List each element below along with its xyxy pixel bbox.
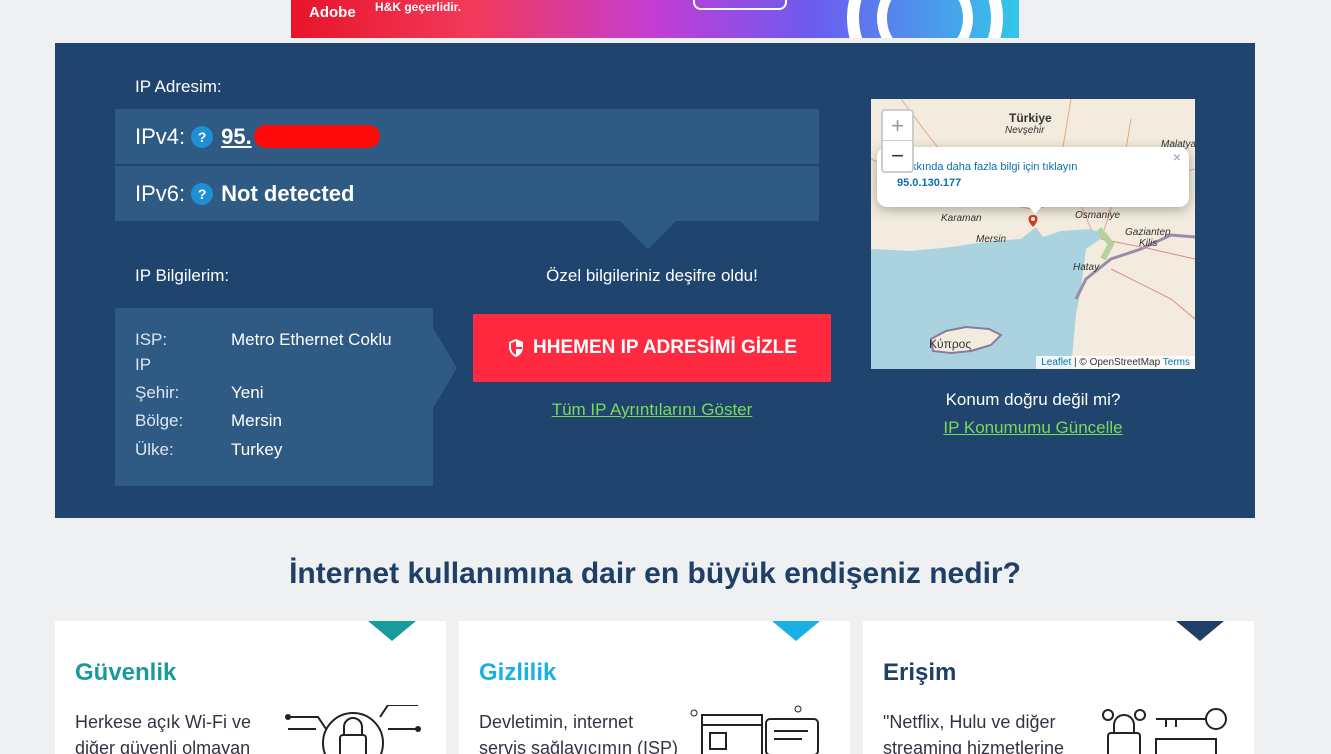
map-label-nevsehir: Nevşehir [1005, 125, 1045, 136]
ad-text: H&K geçerlidir. [375, 0, 462, 14]
hide-ip-label: HHEMEN IP ADRESİMİ GİZLE [533, 337, 797, 358]
zoom-out-button[interactable]: − [883, 141, 912, 171]
city-value: Yeni [231, 383, 264, 402]
card-text: Herkese açık Wi-Fi ve diğer güvenli olma… [75, 712, 252, 754]
popup-text[interactable]: Hakkında daha fazla bilgi için tıklayın [897, 161, 1077, 173]
popup-tip [1027, 205, 1043, 214]
map-label-kilis: Kilis [1139, 238, 1158, 249]
map-label-osmaniye: Osmaniye [1075, 210, 1121, 221]
map-label-mersin: Mersin [976, 234, 1007, 245]
card-text: "Netflix, Hulu ve diğer streaming hizmet… [883, 712, 1065, 754]
info-arrow [433, 328, 457, 408]
card-title: Erişim [883, 659, 957, 686]
map-attribution: Leaflet | © OpenStreetMap Terms [1036, 356, 1195, 369]
terms-link[interactable]: Terms [1163, 357, 1190, 368]
ip-panel: IP Adresim: IPv4: ? 95. IPv6: ? Not dete… [55, 43, 1255, 518]
isp-value: Metro Ethernet Coklu [231, 330, 392, 349]
key-lock-icon [1102, 708, 1227, 754]
location-question: Konum doğru değil mi? [945, 390, 1121, 409]
card-title: Güvenlik [75, 659, 177, 686]
lock-circuit-icon [285, 705, 421, 754]
map-label-hatay: Hatay [1073, 262, 1100, 273]
ip-heading: IP Adresim: [135, 77, 222, 96]
card-security[interactable]: Güvenlik Herkese açık Wi-Fi ve diğer güv… [55, 621, 446, 754]
card-title: Gizlilik [479, 659, 557, 686]
card-privacy[interactable]: Gizlilik Devletimin, internet servis sağ… [459, 621, 850, 754]
isp-value-cont: IP [135, 355, 152, 374]
help-icon[interactable]: ? [191, 182, 214, 205]
ad-logo-ring-inner [877, 0, 973, 38]
ad-brand: Adobe [309, 4, 356, 21]
region-value: Mersin [231, 411, 283, 430]
ipv6-row: IPv6: ? Not detected [115, 166, 819, 221]
city-label: Şehir: [135, 383, 180, 402]
attribution-text: | © OpenStreetMap [1071, 357, 1163, 368]
browser-windows-icon [690, 705, 819, 754]
exposed-warning: Özel bilgileriniz deşifre oldu! [546, 266, 758, 285]
isp-label: ISP: [135, 330, 168, 349]
map-label-gaziantep: Gaziantep [1125, 227, 1171, 238]
ipv4-value[interactable]: 95. [221, 124, 252, 150]
region-label: Bölge: [135, 411, 184, 430]
country-value: Turkey [231, 440, 283, 459]
ipv6-label: IPv6: [135, 180, 186, 206]
location-map[interactable]: Türkiye Nevşehir Malatya Karaman Osmaniy… [871, 99, 1195, 369]
card-flag [772, 621, 820, 641]
card-text: Devletimin, internet servis sağlayıcımın… [479, 712, 679, 754]
redaction-mark [253, 125, 380, 148]
hide-ip-button[interactable]: HHEMEN IP ADRESİMİ GİZLE [473, 314, 831, 382]
map-label-turkiye: Türkiye [1009, 111, 1052, 125]
help-icon[interactable]: ? [191, 125, 214, 148]
popup-ip: 95.0.130.177 [897, 177, 962, 189]
ipv4-row: IPv4: ? 95. [115, 109, 819, 164]
concerns-title: İnternet kullanımına dair en büyük endiş… [289, 557, 1021, 590]
zoom-control: + − [881, 109, 914, 173]
ad-button[interactable] [693, 0, 787, 10]
map-label-kibris: Κύπρος [929, 337, 972, 351]
shield-icon [509, 339, 524, 357]
ipv6-value: Not detected [221, 180, 355, 206]
show-all-details-link[interactable]: Tüm IP Ayrıntılarını Göster [473, 400, 831, 420]
map-label-karaman: Karaman [941, 213, 982, 224]
close-icon[interactable]: × [1173, 149, 1181, 165]
info-heading: IP Bilgilerim: [135, 266, 230, 285]
ipv4-label: IPv4: [135, 123, 186, 149]
country-label: Ülke: [135, 440, 174, 459]
card-flag [368, 621, 416, 641]
card-access[interactable]: Erişim "Netflix, Hulu ve diğer streaming… [863, 621, 1254, 754]
ad-banner[interactable]: Adobe H&K geçerlidir. [291, 0, 1019, 38]
map-popup[interactable]: × Hakkında daha fazla bilgi için tıklayı… [877, 147, 1189, 207]
card-flag [1176, 621, 1224, 641]
leaflet-link[interactable]: Leaflet [1041, 357, 1071, 368]
zoom-in-button[interactable]: + [883, 111, 912, 141]
pointer-arrow [620, 221, 676, 249]
update-location-link[interactable]: IP Konumumu Güncelle [871, 418, 1195, 438]
